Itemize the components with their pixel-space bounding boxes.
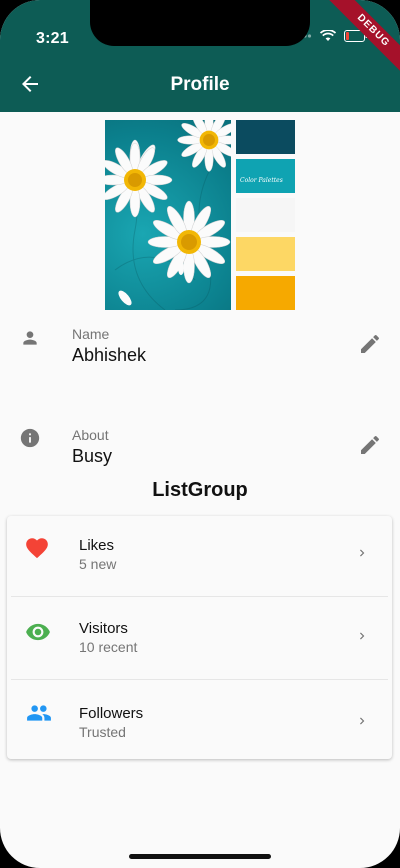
people-icon (27, 705, 51, 721)
daisy-illustration (105, 120, 231, 310)
wifi-icon (320, 30, 336, 41)
status-time: 3:21 (36, 30, 69, 47)
palette-swatch-4 (236, 237, 295, 271)
list-item-subtitle: 10 recent (79, 639, 138, 655)
chevron-right-icon (360, 632, 365, 640)
daisy-photo (105, 120, 231, 310)
section-title: ListGroup (152, 479, 248, 501)
page-title: Profile (170, 74, 230, 95)
list-item-visitors[interactable]: Visitors 10 recent (7, 599, 392, 679)
chevron-right-icon (360, 717, 365, 725)
list-item-title: Followers (79, 705, 144, 722)
list-item-likes[interactable]: Likes 5 new (7, 516, 392, 596)
palette-swatch-2: Color Palettes (236, 159, 295, 193)
person-icon (23, 331, 37, 345)
phone-screen: 3:21 DEBUG Profile Color Palettes Name A… (0, 0, 400, 868)
device-notch (90, 0, 310, 46)
list-group-card: Likes 5 new Visitors 10 recent Followers… (7, 516, 392, 759)
palette-swatch-1 (236, 120, 295, 154)
info-icon (20, 428, 40, 448)
list-item-title: Visitors (79, 620, 128, 637)
chevron-right-icon (360, 549, 365, 557)
list-item-followers[interactable]: Followers Trusted (7, 679, 392, 759)
home-indicator[interactable] (129, 854, 271, 859)
name-value: Abhishek (72, 345, 147, 365)
eye-icon (26, 623, 50, 641)
edit-about-icon[interactable] (358, 433, 382, 457)
list-item-title: Likes (79, 537, 115, 554)
edit-name-icon[interactable] (358, 332, 382, 356)
about-value: Busy (72, 446, 113, 466)
heart-icon (26, 538, 48, 559)
list-item-subtitle: Trusted (79, 724, 126, 740)
profile-cover-image: Color Palettes (105, 120, 295, 310)
name-label: Name (72, 326, 110, 342)
palette-swatch-3 (236, 198, 295, 232)
palette-swatch-5 (236, 276, 295, 310)
about-label: About (72, 427, 109, 443)
list-divider (11, 596, 388, 597)
palette-label: Color Palettes (240, 177, 283, 184)
app-bar: 3:21 DEBUG Profile (0, 0, 400, 112)
list-item-subtitle: 5 new (79, 556, 117, 572)
